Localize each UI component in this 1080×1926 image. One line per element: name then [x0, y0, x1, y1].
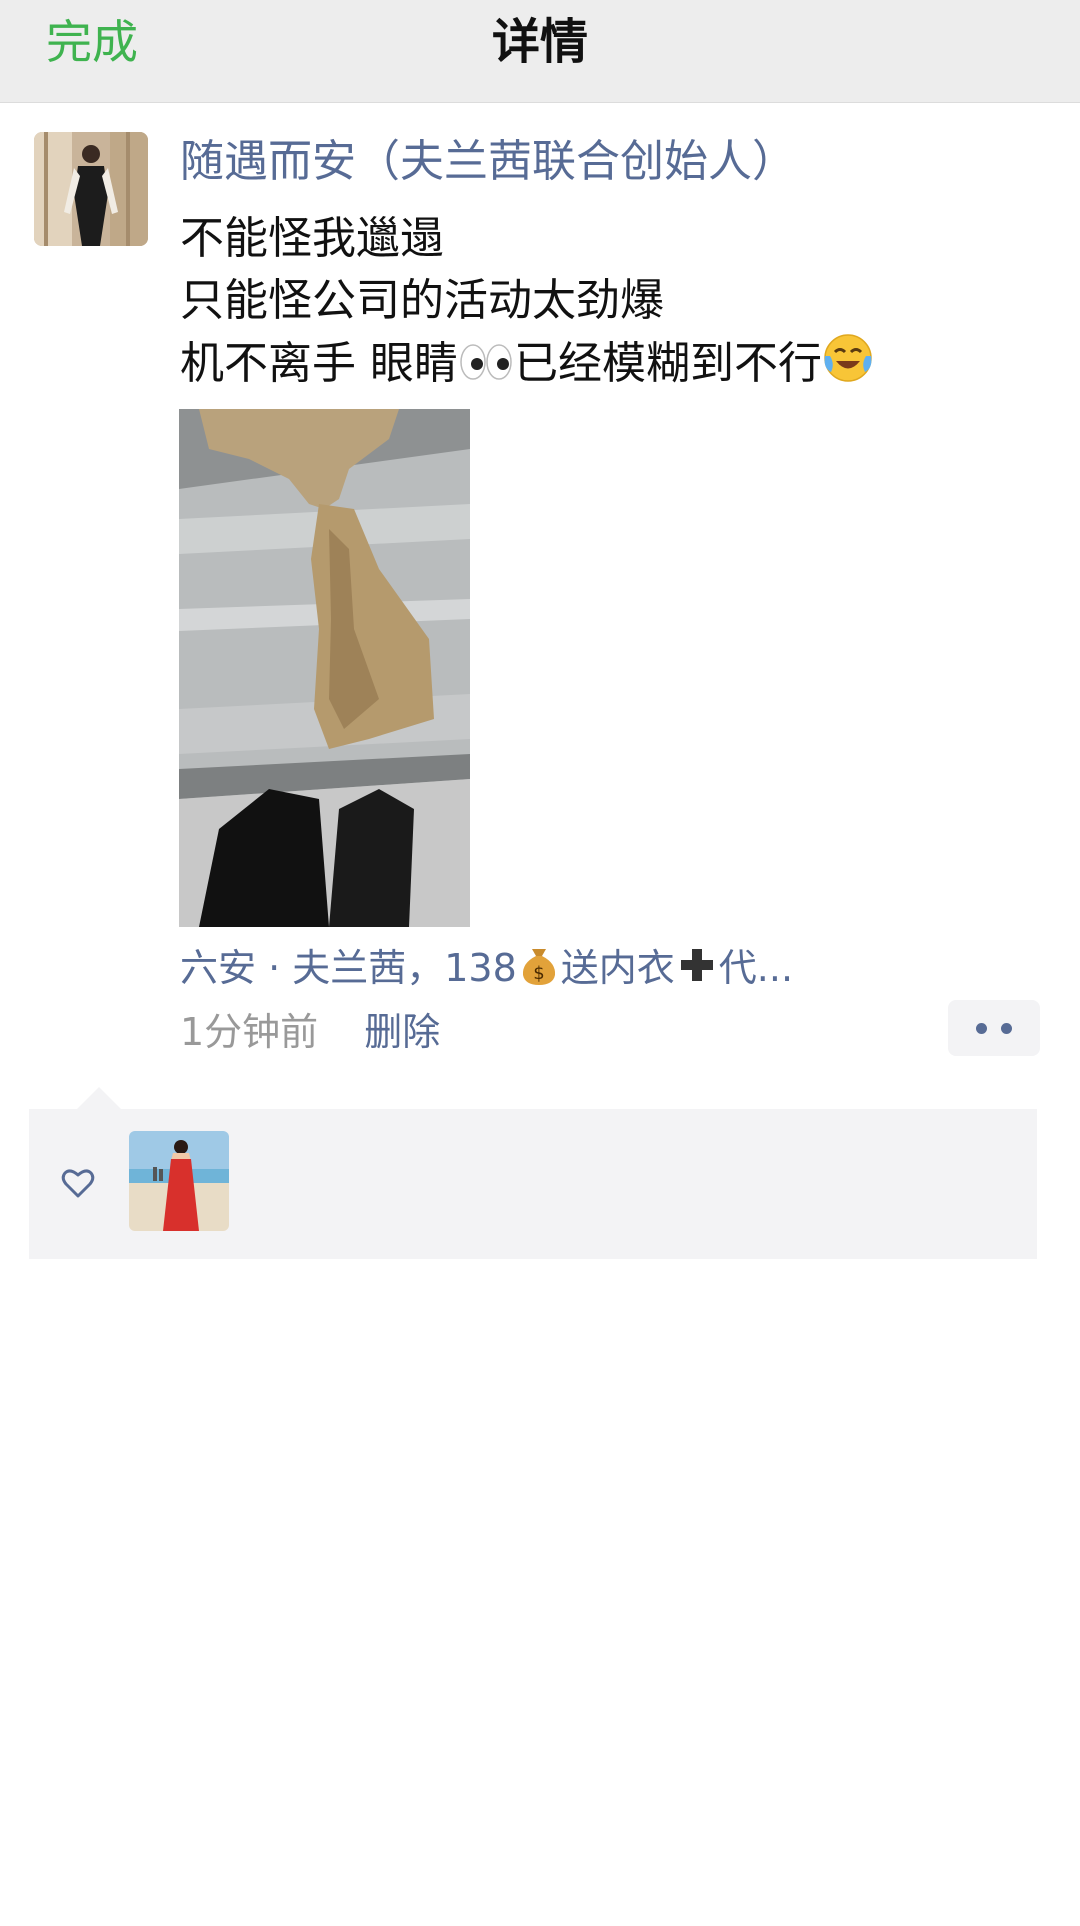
svg-text:$: $	[533, 963, 544, 984]
post-image[interactable]	[179, 409, 470, 927]
page-title: 详情	[491, 14, 588, 70]
moments-detail-page: 完成 详情 随遇而安（夫兰茜联合创始人） 不能怪我邋遢 只能怪公司的活动太劲爆 …	[0, 0, 1080, 1926]
post-text-line: 机不离手 眼睛 已经模糊到不行	[180, 332, 1040, 401]
more-actions-button[interactable]	[948, 1000, 1040, 1056]
liker-avatar[interactable]	[129, 1131, 229, 1231]
post-text-line: 只能怪公司的活动太劲爆	[180, 275, 664, 326]
post-time: 1分钟前	[180, 1010, 319, 1054]
navigation-bar: 完成 详情	[0, 0, 1080, 103]
heart-outline-icon	[60, 1165, 96, 1201]
location-text: 送内衣	[560, 946, 675, 990]
post-text-segment: 机不离手 眼睛	[180, 338, 458, 389]
eyes-emoji-icon	[458, 339, 514, 401]
plus-icon	[675, 943, 719, 1002]
post-location[interactable]: 六安 · 夫兰茜，138 $ 送内衣 代...	[180, 940, 793, 1002]
post-author-name[interactable]: 随遇而安（夫兰茜联合创始人）	[180, 132, 796, 192]
location-text: 六安 · 夫兰茜，138	[180, 946, 517, 990]
money-bag-emoji-icon: $	[517, 943, 561, 1002]
post-text-line: 不能怪我邋遢	[180, 213, 444, 264]
likes-panel	[29, 1087, 1037, 1259]
crying-laughing-emoji-icon	[822, 332, 874, 401]
post-meta: 1分钟前 删除	[180, 1004, 440, 1060]
author-avatar[interactable]	[34, 132, 148, 246]
delete-button[interactable]: 删除	[364, 1010, 440, 1054]
post-text-segment: 已经模糊到不行	[514, 338, 822, 389]
location-text: 代...	[718, 946, 794, 990]
post-text: 不能怪我邋遢 只能怪公司的活动太劲爆 机不离手 眼睛 已经模糊到不行	[180, 208, 1040, 401]
